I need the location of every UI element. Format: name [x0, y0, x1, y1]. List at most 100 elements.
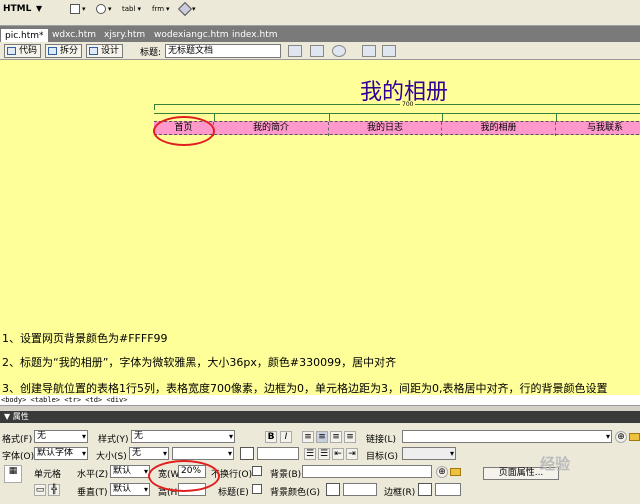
table-width-label: 700 [400, 101, 416, 108]
background-input[interactable] [302, 465, 432, 478]
header-checkbox[interactable] [252, 484, 262, 494]
folder-icon[interactable] [629, 433, 640, 441]
point-to-file-icon[interactable]: ⊕ [436, 466, 448, 478]
code-view-label: 代码 [19, 46, 38, 56]
vertical-label: 垂直(T) [77, 488, 108, 498]
target-select[interactable] [402, 447, 456, 460]
highlight-ellipse [153, 116, 215, 146]
split-view-label: 拆分 [60, 46, 79, 56]
split-cells-icon[interactable]: ╬ [48, 484, 60, 496]
insert-mode[interactable]: HTML [3, 4, 31, 14]
cell-label: 单元格 [34, 470, 62, 480]
italic-button[interactable]: I [280, 431, 292, 443]
header-label: 标题(E) [218, 488, 249, 498]
title-input[interactable]: 无标题文档 [165, 44, 281, 58]
preview-globe-icon[interactable] [332, 45, 346, 57]
design-view-label: 设计 [101, 46, 120, 56]
background-label: 背景(B) [270, 470, 302, 480]
column-guide-tick [556, 113, 557, 121]
style-select[interactable]: 无 [131, 430, 235, 443]
size-unit-select[interactable] [172, 447, 234, 460]
table-width-guide [154, 104, 640, 110]
ordered-list-icon[interactable]: ☰ [318, 448, 330, 460]
outdent-icon[interactable]: ⇤ [332, 448, 344, 460]
nav-table: 首页 我的简介 我的日志 我的相册 与我联系 [154, 121, 640, 136]
justify-icon[interactable]: ≡ [344, 431, 356, 443]
nav-cell-contact[interactable]: 与我联系 [556, 122, 640, 136]
form-icon[interactable]: frm ▾ [152, 2, 170, 16]
design-view[interactable]: 我的相册 700 首页 我的简介 我的日志 我的相册 与我联系 1、设置网页背景… [0, 60, 640, 395]
horizontal-select[interactable]: 默认 [110, 465, 150, 478]
table-tool-label: tabl [122, 5, 136, 13]
bold-button[interactable]: B [265, 431, 277, 443]
point-to-file-icon[interactable]: ⊕ [615, 431, 627, 443]
border-color-swatch[interactable] [418, 483, 432, 496]
border-color-input[interactable] [435, 483, 461, 496]
font-select[interactable]: 默认字体 [34, 447, 88, 460]
view-options-icon[interactable] [382, 45, 396, 57]
table-icon[interactable]: tabl ▾ [122, 2, 141, 16]
properties-panel: 格式(F) 无 样式(Y) 无 B I ≡ ≡ ≡ ≡ 链接(L) ⊕ 字体(O… [0, 423, 640, 504]
chevron-down-icon[interactable]: ▼ [36, 4, 42, 13]
align-center-icon[interactable]: ≡ [316, 431, 328, 443]
format-select[interactable]: 无 [34, 430, 88, 443]
insert-bar: HTML ▼ ▾ ▾ tabl ▾ frm ▾ ▾ [0, 0, 640, 26]
design-view-button[interactable]: 设计 [86, 44, 124, 58]
image-icon[interactable]: ▾ [96, 2, 112, 16]
tab-pic[interactable]: pic.htm* [0, 28, 49, 42]
design-icon [89, 47, 98, 55]
link-input[interactable] [402, 430, 612, 443]
file-manage-icon[interactable] [310, 45, 324, 57]
indent-icon[interactable]: ⇥ [346, 448, 358, 460]
style-label: 样式(Y) [98, 435, 129, 445]
align-right-icon[interactable]: ≡ [330, 431, 342, 443]
bgcolor-label: 背景颜色(G) [270, 488, 320, 498]
tab-xjsry[interactable]: xjsry.htm [100, 28, 149, 42]
text-color-input[interactable] [257, 447, 299, 460]
watermark: 经验 [540, 455, 571, 473]
align-left-icon[interactable]: ≡ [302, 431, 314, 443]
unordered-list-icon[interactable]: ☰ [304, 448, 316, 460]
document-toolbar: 代码 拆分 设计 标题: 无标题文档 [0, 42, 640, 60]
text-color-swatch[interactable] [240, 447, 254, 460]
tab-wodexiangc[interactable]: wodexiangc.htm [150, 28, 233, 42]
bgcolor-input[interactable] [343, 483, 377, 496]
properties-panel-header[interactable]: ▼ 属性 [0, 411, 640, 423]
instruction-2: 2、标题为“我的相册”，字体为微软雅黑，大小36px，颜色#330099，居中对… [2, 356, 397, 369]
browser-check-icon[interactable] [288, 45, 302, 57]
asset-icon[interactable]: ▾ [177, 1, 196, 17]
title-label: 标题: [140, 48, 162, 58]
form-tool-label: frm [152, 5, 165, 13]
tab-index[interactable]: index.htm [228, 28, 281, 42]
code-view-button[interactable]: 代码 [4, 44, 42, 58]
format-label: 格式(F) [2, 435, 33, 445]
nav-cell-album[interactable]: 我的相册 [442, 122, 556, 136]
vertical-select[interactable]: 默认 [110, 483, 150, 496]
folder-icon[interactable] [450, 468, 461, 476]
code-icon [7, 47, 16, 55]
layout-icon[interactable]: ▾ [70, 2, 86, 16]
bgcolor-swatch[interactable] [326, 483, 340, 496]
instruction-3: 3、创建导航位置的表格1行5列，表格宽度700像素，边框为0，单元格边距为3，间… [2, 382, 608, 395]
cell-icon: ▦ [4, 465, 22, 483]
nowrap-checkbox[interactable] [252, 466, 262, 476]
horizontal-label: 水平(Z) [77, 470, 109, 480]
column-guide-tick [442, 113, 443, 121]
nav-cell-blog[interactable]: 我的日志 [329, 122, 442, 136]
document-tabs: pic.htm* wdxc.htm xjsry.htm wodexiangc.h… [0, 26, 640, 42]
target-label: 目标(G) [366, 452, 398, 462]
tag-selector[interactable]: <body> <table> <tr> <td> <div> [0, 395, 640, 406]
split-icon [48, 47, 57, 55]
tab-wdxc[interactable]: wdxc.htm [48, 28, 100, 42]
font-label: 字体(O) [2, 452, 35, 462]
nav-cell-intro[interactable]: 我的简介 [214, 122, 329, 136]
column-guide-tick [214, 113, 215, 121]
column-guide [154, 113, 640, 121]
size-select[interactable]: 无 [129, 447, 169, 460]
split-view-button[interactable]: 拆分 [45, 44, 83, 58]
merge-cells-icon[interactable]: ▭ [34, 484, 46, 496]
refresh-icon[interactable] [362, 45, 376, 57]
highlight-ellipse [148, 460, 220, 492]
link-label: 链接(L) [366, 435, 397, 445]
instruction-1: 1、设置网页背景颜色为#FFFF99 [2, 332, 168, 345]
